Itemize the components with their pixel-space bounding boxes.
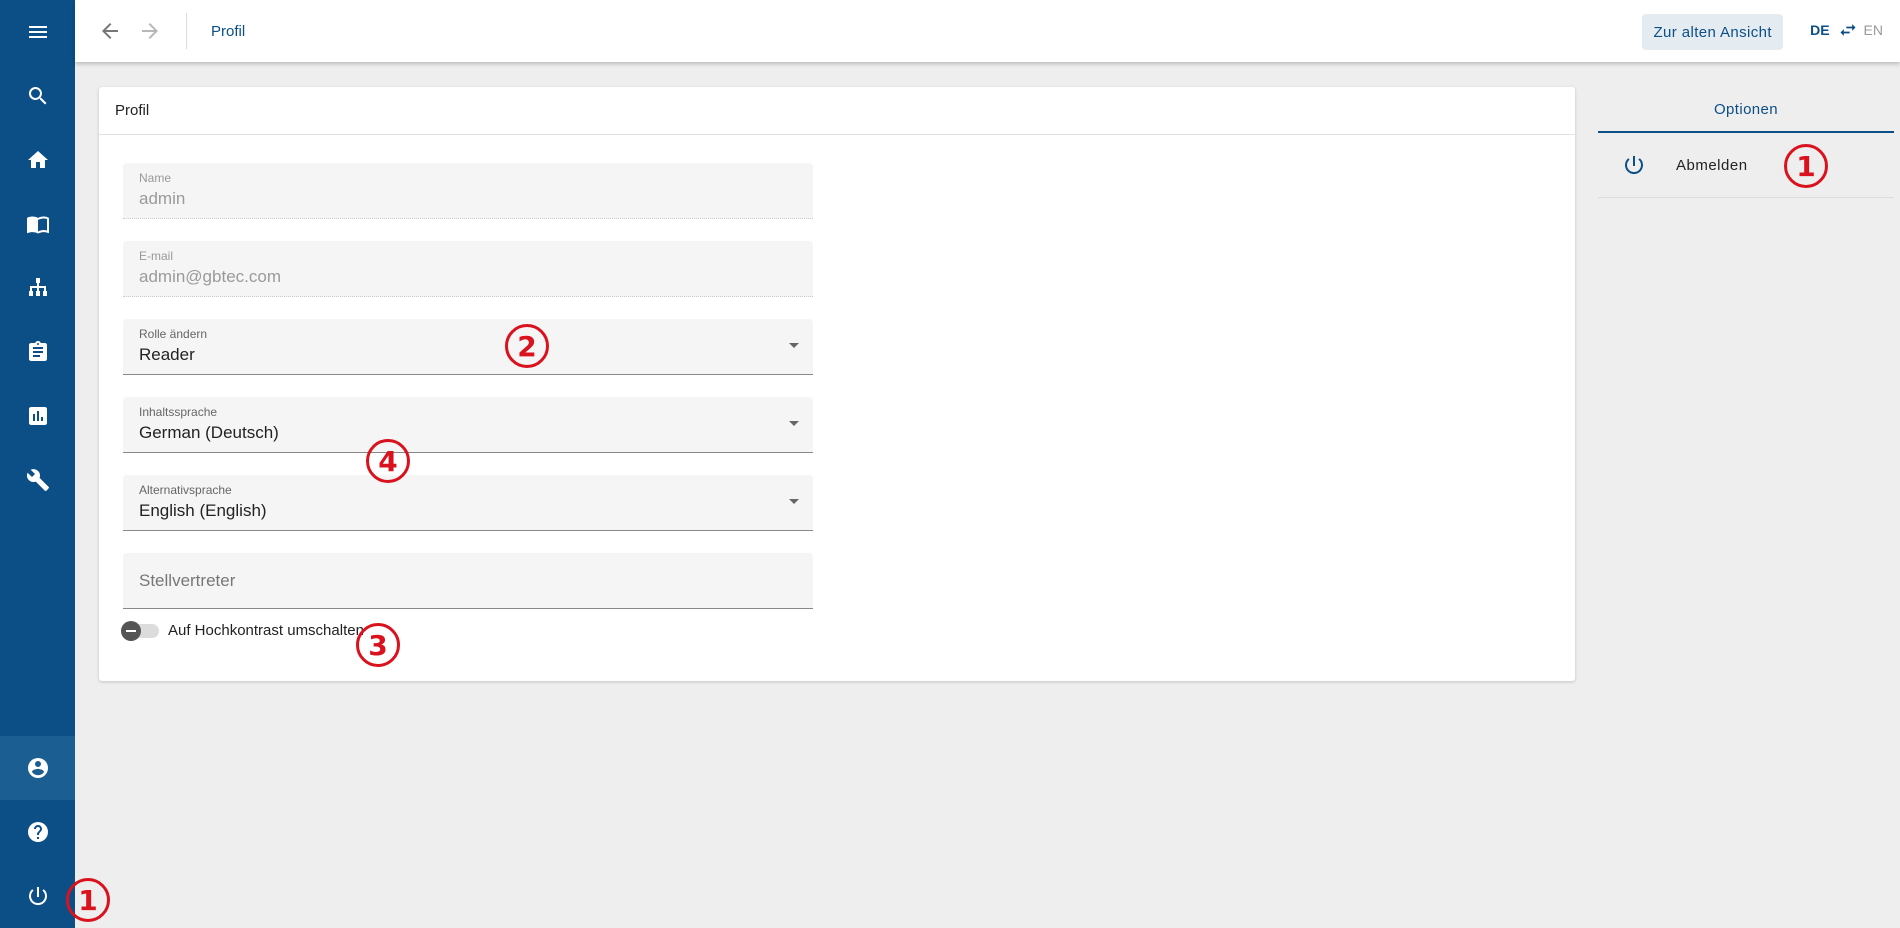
- toggle-thumb: [121, 620, 141, 641]
- topbar: Profil Zur alten Ansicht DE EN: [75, 0, 1900, 62]
- annotation-marker-1-sidebar: 1: [66, 878, 110, 922]
- language-switch: DE EN: [1810, 20, 1883, 40]
- sidebar-book-button[interactable]: [0, 192, 75, 256]
- annotation-marker-3: 3: [356, 623, 400, 667]
- high-contrast-label: Auf Hochkontrast umschalten: [168, 622, 364, 639]
- content-language-label: Inhaltssprache: [139, 405, 218, 419]
- sidebar-bottom: [0, 736, 75, 928]
- alternative-language-select[interactable]: Alternativsprache English (English): [123, 475, 813, 531]
- home-icon: [27, 151, 48, 168]
- tab-options[interactable]: Optionen: [1598, 87, 1894, 133]
- chevron-down-icon: [789, 343, 799, 348]
- topbar-divider: [186, 13, 187, 49]
- sidebar-home-button[interactable]: [0, 128, 75, 192]
- name-value: admin: [139, 189, 186, 208]
- deputy-input[interactable]: Stellvertreter: [123, 553, 813, 609]
- role-value: Reader: [139, 345, 195, 364]
- card-title: Profil: [99, 87, 1575, 135]
- power-icon: [28, 887, 47, 906]
- menu-icon: [28, 26, 47, 38]
- forward-button[interactable]: [130, 11, 170, 51]
- lang-en-option[interactable]: EN: [1864, 22, 1883, 38]
- annotation-marker-4: 4: [366, 439, 410, 483]
- deputy-placeholder: Stellvertreter: [139, 571, 236, 590]
- logout-button[interactable]: Abmelden: [1598, 133, 1894, 198]
- email-label: E-mail: [139, 249, 174, 263]
- chevron-down-icon: [789, 499, 799, 504]
- account-icon: [27, 758, 48, 778]
- sidebar: [0, 0, 75, 928]
- annotation-marker-1: 1: [1784, 144, 1828, 188]
- old-view-button[interactable]: Zur alten Ansicht: [1642, 14, 1783, 50]
- high-contrast-toggle[interactable]: Auf Hochkontrast umschalten: [121, 620, 364, 641]
- logout-label: Abmelden: [1676, 156, 1748, 174]
- power-icon: [1625, 156, 1643, 175]
- lang-de-option[interactable]: DE: [1810, 22, 1829, 38]
- name-label: Name: [139, 171, 172, 185]
- arrow-forward-icon: [142, 23, 158, 39]
- alternative-language-value: English (English): [139, 501, 267, 520]
- hierarchy-icon: [28, 278, 47, 296]
- arrow-back-icon: [102, 23, 118, 39]
- chart-icon: [28, 407, 47, 425]
- role-select[interactable]: Rolle ändern Reader: [123, 319, 813, 375]
- name-field: Name admin: [123, 163, 813, 219]
- sidebar-search-button[interactable]: [0, 64, 75, 128]
- email-value: admin@gbtec.com: [139, 267, 281, 286]
- book-icon: [26, 216, 49, 234]
- back-button[interactable]: [90, 11, 130, 51]
- sidebar-menu-button[interactable]: [0, 0, 75, 64]
- content-language-value: German (Deutsch): [139, 423, 279, 442]
- swap-icon[interactable]: [1838, 20, 1858, 40]
- sidebar-reports-button[interactable]: [0, 384, 75, 448]
- wrench-icon: [26, 469, 49, 491]
- annotation-marker-2: 2: [505, 324, 549, 368]
- sidebar-clipboard-button[interactable]: [0, 320, 75, 384]
- content-language-select[interactable]: Inhaltssprache German (Deutsch): [123, 397, 813, 453]
- sidebar-hierarchy-button[interactable]: [0, 256, 75, 320]
- search-icon: [28, 87, 46, 105]
- clipboard-icon: [28, 341, 47, 361]
- alternative-language-label: Alternativsprache: [139, 483, 232, 497]
- sidebar-logout-button[interactable]: [0, 864, 75, 928]
- email-field: E-mail admin@gbtec.com: [123, 241, 813, 297]
- breadcrumb[interactable]: Profil: [211, 23, 245, 40]
- sidebar-profile-button[interactable]: [0, 736, 75, 800]
- role-label: Rolle ändern: [139, 327, 208, 341]
- sidebar-help-button[interactable]: [0, 800, 75, 864]
- help-icon: [27, 822, 48, 842]
- toggle-track[interactable]: [121, 620, 159, 641]
- chevron-down-icon: [789, 421, 799, 426]
- profile-card: Profil Name admin E-mail admin@gbtec.com…: [99, 87, 1575, 681]
- sidebar-tools-button[interactable]: [0, 448, 75, 512]
- options-panel: Optionen Abmelden: [1598, 87, 1894, 198]
- sidebar-top: [0, 0, 75, 512]
